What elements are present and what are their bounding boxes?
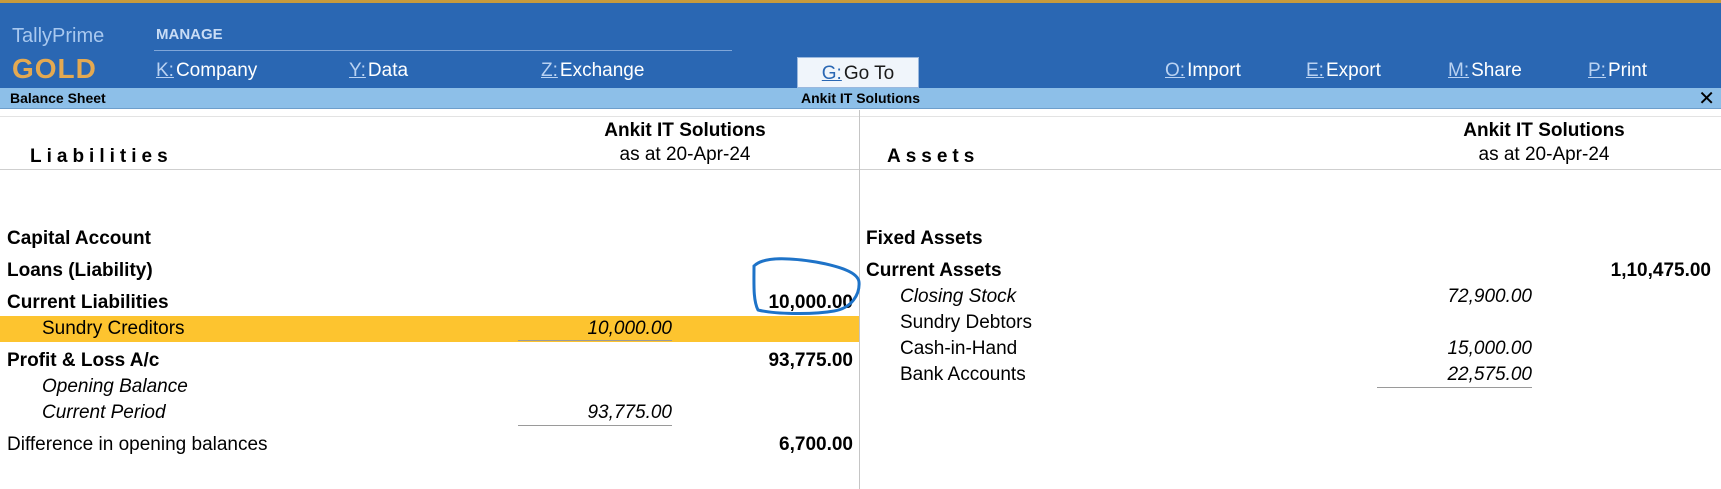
menu-export-label: Export (1325, 60, 1381, 81)
goto-label: Go To (843, 63, 895, 84)
current-assets-row[interactable]: Current Assets (866, 260, 1002, 282)
goto-key: G: (821, 63, 842, 84)
bank-accounts-amount: 22,575.00 (1447, 364, 1532, 385)
menu-import-key: O: (1165, 60, 1186, 81)
cash-in-hand-amount: 15,000.00 (1447, 338, 1532, 359)
liabilities-title: Liabilities (30, 146, 173, 167)
menu-export[interactable]: E: Export (1306, 60, 1381, 82)
current-assets-amount: 1,10,475.00 (1610, 260, 1711, 281)
sundry-debtors-row[interactable]: Sundry Debtors (900, 312, 1032, 334)
liabilities-date: as at 20-Apr-24 (619, 144, 751, 165)
menu-data-key: Y: (349, 60, 366, 81)
menu-exchange-label: Exchange (559, 60, 645, 81)
closing-stock-row[interactable]: Closing Stock (900, 286, 1016, 308)
menu-data-label: Data (367, 60, 409, 81)
current-liabilities-row[interactable]: Current Liabilities (7, 292, 169, 314)
menu-company-label: Company (175, 60, 258, 81)
sundry-creditors-amount: 10,000.00 (587, 318, 672, 339)
manage-divider (154, 50, 732, 51)
profit-loss-amount: 93,775.00 (768, 350, 853, 371)
menu-import-label: Import (1187, 60, 1241, 81)
current-period-amount: 93,775.00 (587, 402, 672, 423)
sundry-creditors-row[interactable]: Sundry Creditors (42, 318, 185, 340)
menu-print-label: Print (1607, 60, 1648, 81)
difference-opening-amount: 6,700.00 (779, 434, 853, 455)
assets-date: as at 20-Apr-24 (1478, 144, 1610, 165)
liabilities-company: Ankit IT Solutions (604, 120, 766, 141)
difference-opening-row[interactable]: Difference in opening balances (7, 434, 268, 456)
top-toolbar: TallyPrime GOLD MANAGE K: Company Y: Data … (0, 0, 1721, 88)
liabilities-column-header: Ankit IT Solutions as at 20-Apr-24 (565, 120, 805, 166)
loans-liability-row[interactable]: Loans (Liability) (7, 260, 153, 282)
menu-print[interactable]: P: Print (1588, 60, 1647, 82)
current-period-underline (518, 425, 672, 426)
menu-print-key: P: (1588, 60, 1606, 81)
titlebar-company: Ankit IT Solutions (801, 90, 920, 106)
closing-stock-amount: 72,900.00 (1447, 286, 1532, 307)
current-period-row[interactable]: Current Period (42, 402, 166, 424)
menu-exchange-key: Z: (541, 60, 558, 81)
bank-accounts-row[interactable]: Bank Accounts (900, 364, 1026, 386)
cash-in-hand-row[interactable]: Cash-in-Hand (900, 338, 1017, 360)
menu-exchange[interactable]: Z: Exchange (541, 60, 644, 82)
assets-title: Assets (887, 146, 980, 167)
annotation-circle-icon (752, 257, 861, 316)
assets-company: Ankit IT Solutions (1463, 120, 1625, 141)
menu-company[interactable]: K: Company (156, 60, 257, 82)
menu-company-key: K: (156, 60, 174, 81)
menu-share[interactable]: M: Share (1448, 60, 1522, 82)
header-rule (0, 169, 1721, 170)
assets-column-header: Ankit IT Solutions as at 20-Apr-24 (1424, 120, 1664, 166)
close-icon[interactable]: ✕ (1698, 86, 1715, 111)
sundry-creditors-underline (518, 340, 672, 341)
menu-share-label: Share (1471, 60, 1522, 81)
menu-share-key: M: (1448, 60, 1470, 81)
goto-button[interactable]: G: Go To (797, 57, 919, 88)
menu-export-key: E: (1306, 60, 1324, 81)
app-name: TallyPrime (12, 25, 105, 47)
opening-balance-row[interactable]: Opening Balance (42, 376, 188, 398)
header-top-rule (0, 116, 1721, 117)
menu-import[interactable]: O: Import (1165, 60, 1241, 82)
fixed-assets-row[interactable]: Fixed Assets (866, 228, 983, 250)
report-titlebar: Ankit IT Solutions Balance Sheet ✕ (0, 86, 1721, 111)
bank-accounts-underline (1377, 387, 1532, 388)
capital-account-row[interactable]: Capital Account (7, 228, 151, 250)
report-title: Balance Sheet (10, 90, 106, 106)
menu-data[interactable]: Y: Data (349, 60, 408, 82)
manage-label: MANAGE (156, 26, 223, 43)
app-tier: GOLD (12, 53, 97, 84)
profit-loss-row[interactable]: Profit & Loss A/c (7, 350, 159, 372)
